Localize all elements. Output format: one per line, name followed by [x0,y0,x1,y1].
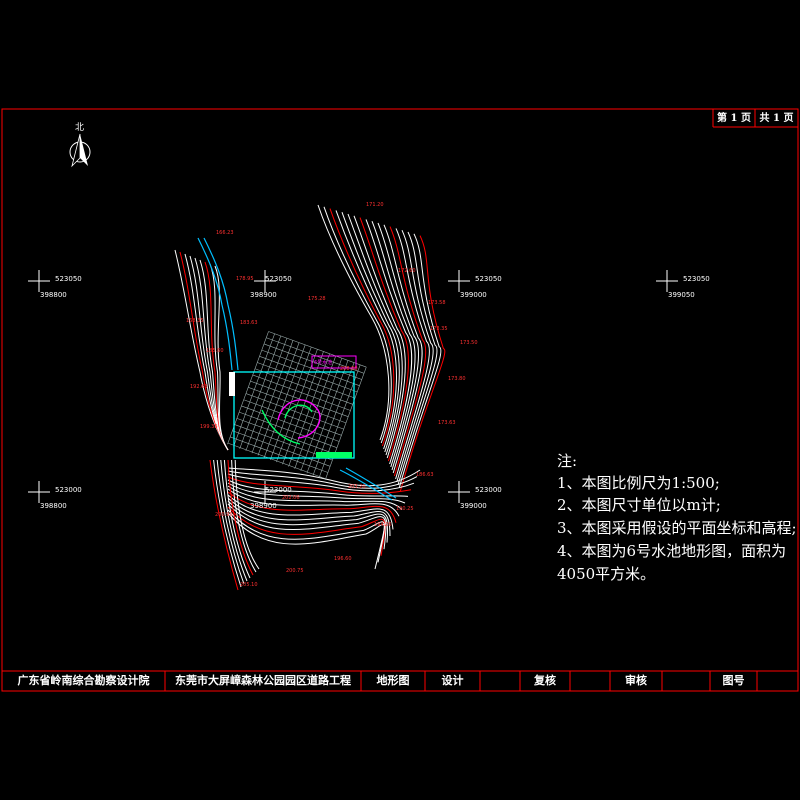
elevation-label: 185.60 [206,348,224,354]
coord-n: 523050 [683,275,710,283]
notes-heading: 注: [557,452,578,470]
coord-n: 523050 [265,275,292,283]
contour-line [227,509,385,563]
grid-line [230,436,328,473]
grid-line [259,356,358,393]
elevation-label: 203.20 [348,484,366,490]
grid-line [243,399,342,436]
grid-line [245,393,344,430]
grid-line [254,368,353,405]
page-number: 第 1 页 [717,113,751,124]
elevation-label: 192.63 [190,384,208,390]
coord-n: 523000 [475,486,502,494]
north-arrow-icon [69,133,91,168]
coord-e: 398900 [250,502,277,510]
north-label: 北 [75,123,85,133]
elevation-label: 190.25 [396,506,414,512]
company-name: 广东省岭南综合勘察设计院 [17,674,150,687]
contour-line [194,257,229,451]
coord-e: 398800 [40,502,67,510]
elevation-label: 200.75 [286,568,304,574]
elevation-label: 172.60 [398,268,416,274]
elevation-label: 168.35 [186,318,204,324]
svg-text:6号水池: 6号水池 [314,359,332,366]
note-item: 1、本图比例尺为1:500; [557,474,720,492]
elevation-label: 200.95 [215,512,233,518]
design-label: 设计 [441,674,464,687]
grid-crosshairs [28,270,678,503]
grid-line [324,366,367,480]
coord-e: 399000 [460,291,487,299]
coord-e: 399000 [460,502,487,510]
note-item: 4050平方米。 [557,565,656,583]
coord-n: 523050 [475,275,502,283]
coord-n: 523050 [55,275,82,283]
elevation-label: 183.63 [240,320,258,326]
grid-line [236,418,335,455]
elevation-label: 166.23 [216,230,234,236]
contour-line [227,467,421,487]
drawing-name: 地形图 [376,674,410,687]
elevation-label: 202.06 [282,495,300,501]
elevation-label: 199.38 [200,424,218,430]
note-item: 2、本图尺寸单位以m计; [557,496,721,514]
grid-line [241,405,340,442]
elevation-label: 178.95 [236,276,254,282]
elevation-label: 173.50 [460,340,478,346]
elevation-label: 173.35 [430,326,448,332]
elevation-label: 205.10 [240,582,258,588]
grid-line [250,380,349,417]
coord-e: 398800 [40,291,67,299]
grid-line [263,343,362,380]
page-total: 共 1 页 [759,113,794,124]
elevation-label: 196.60 [334,556,352,562]
coord-n: 523000 [55,486,82,494]
elevation-label: 186.63 [416,472,434,478]
contour-line [323,206,392,444]
coord-e: 398900 [250,291,277,299]
coord-e: 399050 [668,291,695,299]
check-label: 审核 [625,674,647,687]
review-label: 复核 [534,674,556,687]
coord-n: 523000 [265,486,292,494]
contour-line [329,208,395,447]
note-item: 3、本图采用假设的平面坐标和高程; [557,519,797,537]
note-item: 4、本图为6号水池地形图，面积为 [557,542,787,560]
elevation-label: 194.26 [374,522,392,528]
elevation-label: 171.20 [366,202,384,208]
drawing-number-label: 图号 [722,674,745,687]
elevation-label: 173.63 [438,420,456,426]
elevation-label: 175.28 [308,296,326,302]
elevation-label: 173.80 [448,376,466,382]
project-name: 东莞市大屏嶂森林公园园区道路工程 [175,674,351,687]
elevation-label: 208.00 [340,366,358,372]
elevation-label: 173.58 [428,300,446,306]
grid-line [239,411,338,448]
